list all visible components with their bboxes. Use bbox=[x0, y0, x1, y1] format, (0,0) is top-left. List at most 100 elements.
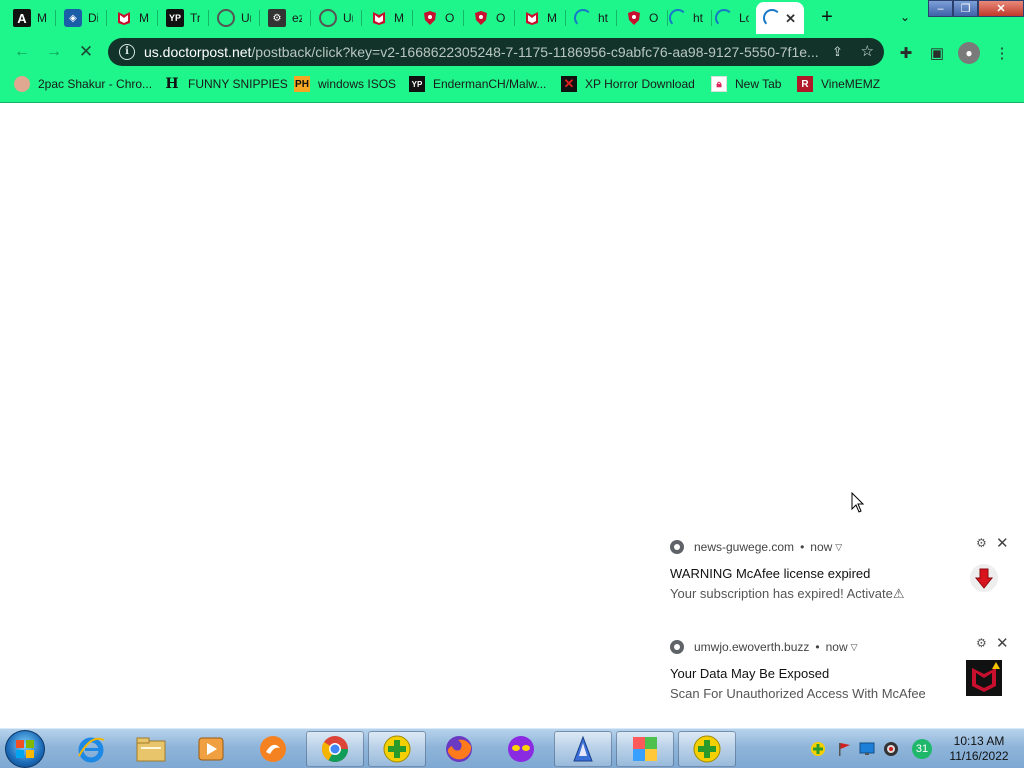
tab-separator bbox=[106, 10, 107, 26]
page-content: news-guwege.com • now ▽ ⚙ ✕ WARNING McAf… bbox=[0, 104, 1024, 728]
forward-icon[interactable]: → bbox=[42, 40, 66, 64]
chrome-taskbar-icon[interactable] bbox=[306, 731, 364, 767]
tab-5[interactable]: Ur bbox=[210, 4, 260, 32]
system-tray: 31 10:13 AM 11/16/2022 bbox=[808, 729, 1024, 769]
tab-8[interactable]: M bbox=[363, 4, 413, 32]
notification-1[interactable]: news-guwege.com • now ▽ ⚙ ✕ WARNING McAf… bbox=[660, 534, 1020, 622]
tab-7[interactable]: Ur bbox=[312, 4, 362, 32]
tab-11[interactable]: M bbox=[516, 4, 566, 32]
maximize-button[interactable]: ❐ bbox=[953, 0, 978, 17]
notification-body: Scan For Unauthorized Access With McAfee bbox=[670, 686, 926, 701]
mask-app-icon[interactable] bbox=[492, 731, 550, 767]
windows-logo-icon bbox=[16, 740, 34, 758]
tab-separator bbox=[55, 10, 56, 26]
tab-title: ht bbox=[693, 11, 703, 25]
tab-separator bbox=[361, 10, 362, 26]
volume-icon[interactable] bbox=[883, 741, 899, 757]
bookmark-item[interactable]: PH windows ISOS bbox=[294, 75, 396, 93]
x-icon: ✕ bbox=[561, 76, 577, 92]
share-icon[interactable]: ⇪ bbox=[832, 44, 848, 60]
media-player-icon[interactable] bbox=[182, 731, 240, 767]
menu-icon[interactable]: ⋮ bbox=[991, 42, 1013, 64]
bookmark-item[interactable]: ✕ XP Horror Download bbox=[561, 75, 695, 93]
bookmark-label: New Tab bbox=[735, 77, 782, 91]
mcafee-icon bbox=[523, 9, 541, 27]
clock-date: 11/16/2022 bbox=[949, 749, 1009, 763]
shield-icon bbox=[421, 9, 439, 27]
url-text[interactable]: us.doctorpost.net/postback/click?key=v2-… bbox=[144, 44, 824, 60]
minimize-button[interactable]: – bbox=[928, 0, 953, 17]
tab-1[interactable]: A M bbox=[6, 4, 56, 32]
bookmark-item[interactable]: 🔒︎ New Tab bbox=[711, 75, 781, 93]
tab-strip: A M ◈ Di M YP Tr Ur ⚙ ez bbox=[0, 0, 1024, 34]
loading-icon bbox=[715, 9, 733, 27]
clock[interactable]: 10:13 AM 11/16/2022 bbox=[940, 734, 1018, 764]
start-button[interactable] bbox=[5, 730, 45, 768]
close-notification-icon[interactable]: ✕ bbox=[996, 534, 1009, 552]
url-host: us.doctorpost.net bbox=[144, 44, 252, 60]
notification-2[interactable]: umwjo.ewoverth.buzz • now ▽ ⚙ ✕ Your Dat… bbox=[660, 634, 1020, 722]
internet-explorer-icon[interactable] bbox=[62, 731, 120, 767]
tab-9[interactable]: O bbox=[414, 4, 464, 32]
profile-icon[interactable]: ● bbox=[958, 42, 980, 64]
tab-title: O bbox=[445, 11, 455, 25]
bookmarks-bar: 2pac Shakur - Chro... H FUNNY SNIPPIES P… bbox=[0, 72, 1024, 96]
green-plus-app-icon[interactable] bbox=[368, 731, 426, 767]
colorful-app-icon[interactable] bbox=[616, 731, 674, 767]
bookmark-item[interactable]: YP EndermanCH/Malw... bbox=[409, 75, 546, 93]
tab-13[interactable]: O bbox=[618, 4, 668, 32]
notification-body: Your subscription has expired! Activate⚠ bbox=[670, 586, 905, 601]
back-icon[interactable]: ← bbox=[10, 40, 34, 64]
tab-6[interactable]: ⚙ ez bbox=[261, 4, 311, 32]
download-arrow-icon bbox=[966, 560, 1002, 596]
tab-3[interactable]: M bbox=[108, 4, 158, 32]
loading-icon bbox=[763, 9, 781, 27]
tab-title: M bbox=[139, 11, 149, 25]
flag-icon[interactable] bbox=[836, 741, 852, 757]
d-icon: ◈ bbox=[64, 9, 82, 27]
notification-domain: umwjo.ewoverth.buzz bbox=[694, 640, 810, 654]
close-window-button[interactable]: ✕ bbox=[978, 0, 1024, 17]
bookmark-star-icon[interactable]: ☆ bbox=[861, 42, 874, 60]
loading-icon bbox=[669, 9, 687, 27]
window-controls: – ❐ ✕ bbox=[928, 0, 1024, 18]
close-notification-icon[interactable]: ✕ bbox=[996, 634, 1009, 652]
chevron-down-icon[interactable]: ▽ bbox=[835, 542, 842, 553]
address-bar[interactable]: i us.doctorpost.net/postback/click?key=v… bbox=[108, 38, 884, 66]
mcafee-icon bbox=[370, 9, 388, 27]
tab-4[interactable]: YP Tr bbox=[159, 4, 209, 32]
file-explorer-icon[interactable] bbox=[122, 731, 180, 767]
green-plus-app-icon[interactable] bbox=[678, 731, 736, 767]
info-icon[interactable]: i bbox=[119, 44, 135, 60]
stop-loading-icon[interactable]: ✕ bbox=[74, 40, 98, 64]
tab-14[interactable]: ht bbox=[662, 4, 712, 32]
tab-10[interactable]: O bbox=[465, 4, 515, 32]
tab-title: O bbox=[649, 11, 659, 25]
chevron-down-icon[interactable]: ⌄ bbox=[895, 7, 915, 27]
side-panel-icon[interactable]: ▣ bbox=[926, 42, 948, 64]
bookmark-item[interactable]: R VineMEMZ bbox=[797, 75, 880, 93]
tab-15[interactable]: Lo bbox=[708, 4, 756, 32]
tray-badge[interactable]: 31 bbox=[912, 739, 932, 759]
settings-gear-icon[interactable]: ⚙ bbox=[976, 636, 987, 650]
extensions-icon[interactable]: ✚ bbox=[895, 42, 917, 64]
tab-12[interactable]: ht bbox=[567, 4, 617, 32]
bookmark-item[interactable]: 2pac Shakur - Chro... bbox=[14, 75, 152, 93]
close-tab-icon[interactable]: ✕ bbox=[785, 11, 796, 27]
tab-title: M bbox=[37, 11, 47, 25]
installer-icon[interactable] bbox=[554, 731, 612, 767]
new-tab-button[interactable]: + bbox=[816, 6, 838, 28]
tray-plus-icon[interactable] bbox=[810, 741, 826, 757]
bookmark-label: FUNNY SNIPPIES bbox=[188, 77, 288, 91]
settings-gear-icon[interactable]: ⚙ bbox=[976, 536, 987, 550]
tab-active[interactable]: ✕ bbox=[756, 2, 804, 34]
tab-2[interactable]: ◈ Di bbox=[57, 4, 107, 32]
uc-browser-icon[interactable] bbox=[244, 731, 302, 767]
yp-icon: YP bbox=[166, 9, 184, 27]
firefox-icon[interactable] bbox=[430, 731, 488, 767]
chevron-down-icon[interactable]: ▽ bbox=[851, 642, 858, 653]
monitor-icon[interactable] bbox=[859, 741, 875, 757]
bookmark-label: EndermanCH/Malw... bbox=[433, 77, 547, 91]
url-path: /postback/click?key=v2-1668622305248-7-1… bbox=[251, 44, 819, 60]
bookmark-item[interactable]: H FUNNY SNIPPIES bbox=[164, 75, 288, 93]
